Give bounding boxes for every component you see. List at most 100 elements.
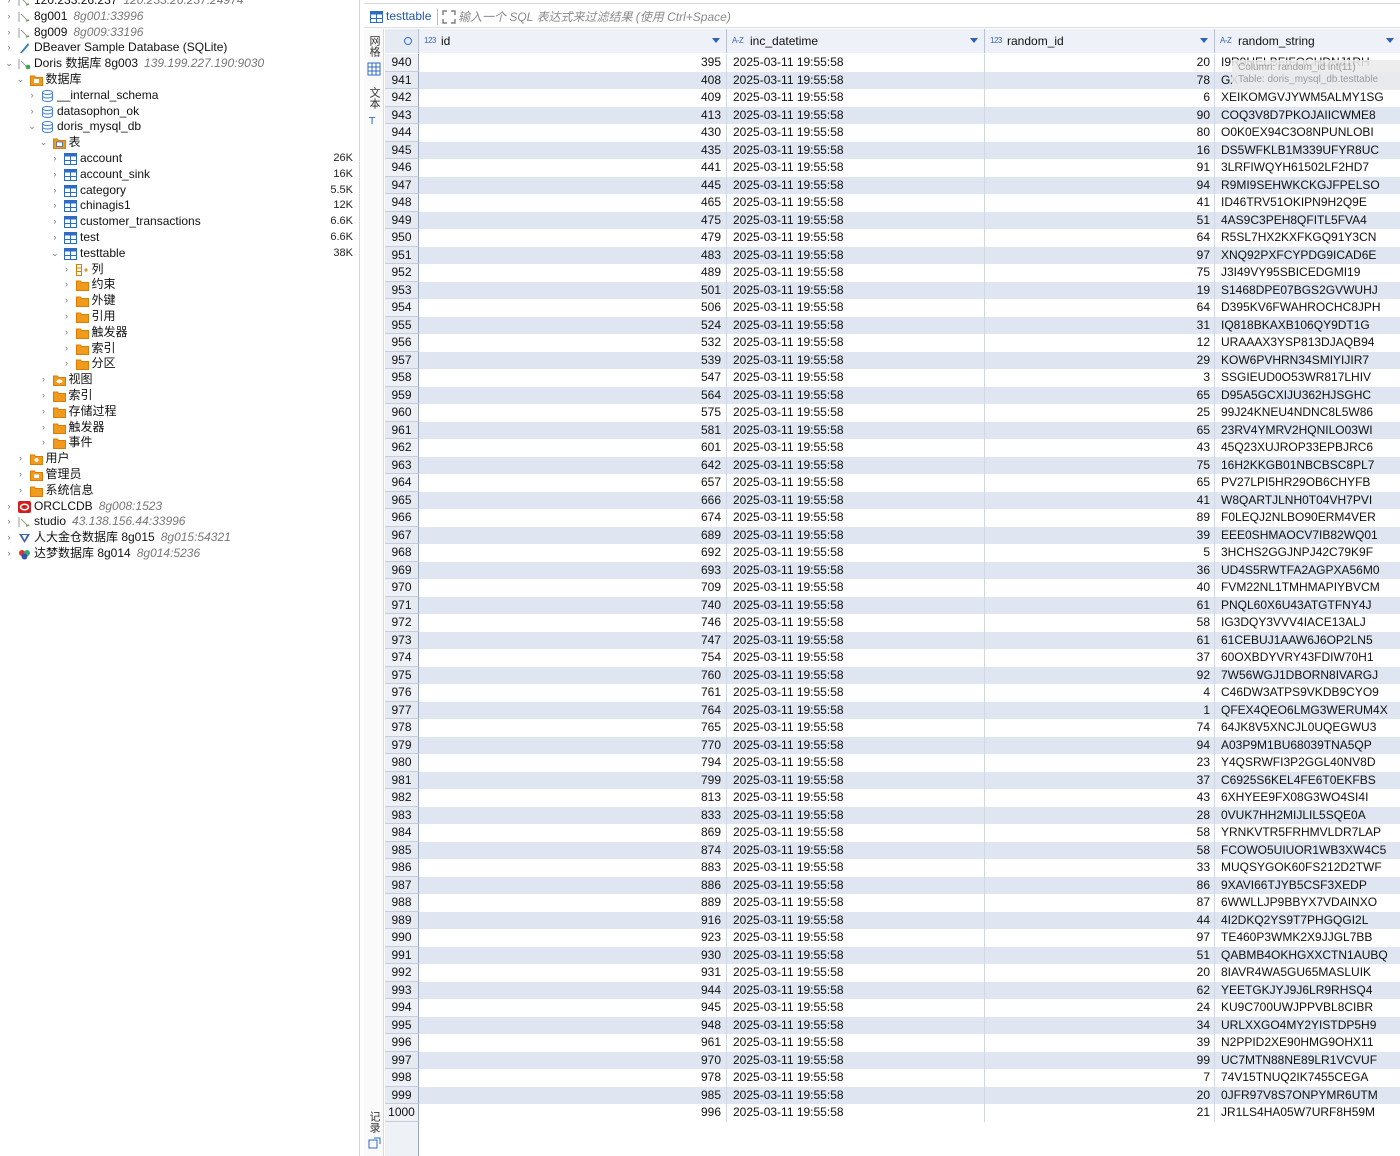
cell-random-id[interactable]: 16: [985, 141, 1215, 159]
cell-inc-datetime[interactable]: 2025-03-11 19:55:58: [727, 824, 985, 842]
cell-random-id[interactable]: 94: [985, 736, 1215, 754]
cell-random-string[interactable]: 9XAVI66TJYB5CSF3XEDP: [1215, 877, 1400, 895]
pin-icon[interactable]: [404, 37, 412, 45]
chevron-right-icon[interactable]: ›: [62, 262, 72, 278]
row-number[interactable]: 973: [385, 631, 419, 649]
cell-inc-datetime[interactable]: 2025-03-11 19:55:58: [727, 964, 985, 982]
cell-id[interactable]: 944: [419, 981, 727, 999]
cell-random-id[interactable]: 7: [985, 1069, 1215, 1087]
cell-random-id[interactable]: 94: [985, 176, 1215, 194]
cell-random-string[interactable]: 64JK8V5XNCJL0UQEGWU3: [1215, 719, 1400, 737]
cell-random-string[interactable]: MUQSYGOK60FS212D2TWF: [1215, 859, 1400, 877]
column-header-inc-datetime[interactable]: A-Z inc_datetime: [727, 29, 985, 53]
cell-random-id[interactable]: 65: [985, 386, 1215, 404]
column-header-id[interactable]: 123 id: [419, 29, 727, 53]
cell-inc-datetime[interactable]: 2025-03-11 19:55:58: [727, 946, 985, 964]
table-row[interactable]: 987 886 2025-03-11 19:55:58 86 9XAVI66TJYB5C…: [385, 876, 1400, 895]
table-row[interactable]: 966 674 2025-03-11 19:55:58 89 F0LEQJ2NLBO90…: [385, 509, 1400, 527]
tree-node[interactable]: › category 5.5K: [0, 183, 359, 199]
cell-inc-datetime[interactable]: 2025-03-11 19:55:58: [727, 264, 985, 282]
cell-inc-datetime[interactable]: 2025-03-11 19:55:58: [727, 334, 985, 352]
cell-random-id[interactable]: 97: [985, 929, 1215, 947]
row-number[interactable]: 969: [385, 561, 419, 579]
cell-id[interactable]: 889: [419, 894, 727, 912]
cell-random-id[interactable]: 36: [985, 561, 1215, 579]
cell-random-id[interactable]: 6: [985, 89, 1215, 107]
cell-random-id[interactable]: 20: [985, 964, 1215, 982]
cell-random-string[interactable]: 99J24KNEU4NDNC8L5W86: [1215, 404, 1400, 422]
tree-node[interactable]: › account 26K: [0, 151, 359, 167]
cell-inc-datetime[interactable]: 2025-03-11 19:55:58: [727, 176, 985, 194]
cell-random-string[interactable]: PNQL60X6U43ATGTFNY4J: [1215, 597, 1400, 615]
cell-random-id[interactable]: 3: [985, 369, 1215, 387]
cell-random-string[interactable]: COQ3V8D7PKOJAIICWME8: [1215, 107, 1400, 125]
cell-id[interactable]: 501: [419, 281, 727, 299]
cell-inc-datetime[interactable]: 2025-03-11 19:55:58: [727, 351, 985, 369]
cell-id[interactable]: 689: [419, 526, 727, 544]
cell-random-string[interactable]: 16H2KKGB01NBCBSC8PL7: [1215, 457, 1400, 475]
tree-node[interactable]: › account_sink 16K: [0, 167, 359, 183]
cell-random-string[interactable]: TE460P3WMK2X9JJGL7BB: [1215, 929, 1400, 947]
cell-random-string[interactable]: 74V15TNUQ2IK7455CEGA: [1215, 1069, 1400, 1087]
row-number[interactable]: 940: [385, 54, 419, 72]
table-row[interactable]: 964 657 2025-03-11 19:55:58 65 PV27LPI5HR29O…: [385, 474, 1400, 492]
cell-random-string[interactable]: 4I2DKQ2YS9T7PHGQGI2L: [1215, 912, 1400, 930]
cell-id[interactable]: 564: [419, 386, 727, 404]
cell-random-string[interactable]: URLXXGO4MY2YISTDP5H9: [1215, 1017, 1400, 1035]
cell-id[interactable]: 799: [419, 771, 727, 789]
cell-inc-datetime[interactable]: 2025-03-11 19:55:58: [727, 684, 985, 702]
tree-node[interactable]: ⌄ doris_mysql_db: [0, 119, 359, 135]
cell-inc-datetime[interactable]: 2025-03-11 19:55:58: [727, 544, 985, 562]
table-row[interactable]: 956 532 2025-03-11 19:55:58 12 URAAAX3YSP813…: [385, 334, 1400, 352]
row-number[interactable]: 945: [385, 141, 419, 159]
cell-inc-datetime[interactable]: 2025-03-11 19:55:58: [727, 404, 985, 422]
row-number[interactable]: 995: [385, 1016, 419, 1034]
tree-node[interactable]: › ORCLCDB 8g008:1523: [0, 499, 359, 515]
table-row[interactable]: 996 961 2025-03-11 19:55:58 39 N2PPID2XE90HM…: [385, 1034, 1400, 1052]
cell-random-id[interactable]: 43: [985, 439, 1215, 457]
table-row[interactable]: 974 754 2025-03-11 19:55:58 37 60OXBDYVRY43F…: [385, 649, 1400, 667]
chevron-right-icon[interactable]: ›: [39, 435, 49, 451]
cell-inc-datetime[interactable]: 2025-03-11 19:55:58: [727, 316, 985, 334]
cell-random-id[interactable]: 4: [985, 684, 1215, 702]
chevron-right-icon[interactable]: ›: [4, 9, 14, 25]
cell-random-string[interactable]: W8QARTJLNH0T04VH7PVI: [1215, 492, 1400, 510]
table-row[interactable]: 970 709 2025-03-11 19:55:58 40 FVM22NL1TMHMA…: [385, 579, 1400, 597]
row-number[interactable]: 977: [385, 701, 419, 719]
tree-node[interactable]: ⌄ Doris 数据库 8g003 139.199.227.190:9030: [0, 56, 359, 72]
cell-id[interactable]: 948: [419, 1016, 727, 1034]
cell-id[interactable]: 575: [419, 404, 727, 422]
row-number[interactable]: 959: [385, 386, 419, 404]
chevron-down-icon[interactable]: ⌄: [50, 246, 60, 262]
table-row[interactable]: 977 764 2025-03-11 19:55:58 1 QFEX4QEO6LMG3W…: [385, 701, 1400, 719]
cell-inc-datetime[interactable]: 2025-03-11 19:55:58: [727, 929, 985, 947]
cell-inc-datetime[interactable]: 2025-03-11 19:55:58: [727, 124, 985, 142]
chevron-down-icon[interactable]: ⌄: [16, 72, 26, 88]
cell-random-string[interactable]: URAAAX3YSP813DJAQB94: [1215, 334, 1400, 352]
cell-random-id[interactable]: 37: [985, 771, 1215, 789]
cell-inc-datetime[interactable]: 2025-03-11 19:55:58: [727, 1069, 985, 1087]
cell-random-string[interactable]: YRNKVTR5FRHMVLDR7LAP: [1215, 824, 1400, 842]
row-number[interactable]: 955: [385, 316, 419, 334]
chevron-down-icon[interactable]: ⌄: [27, 119, 37, 135]
row-number[interactable]: 951: [385, 246, 419, 264]
table-row[interactable]: 967 689 2025-03-11 19:55:58 39 EEE0SHMAOCV7I…: [385, 526, 1400, 544]
row-number[interactable]: 982: [385, 789, 419, 807]
table-row[interactable]: 992 931 2025-03-11 19:55:58 20 8IAVR4WA5GU65…: [385, 964, 1400, 982]
row-number[interactable]: 942: [385, 89, 419, 107]
sort-dropdown-icon[interactable]: [1200, 38, 1208, 43]
cell-id[interactable]: 435: [419, 141, 727, 159]
table-row[interactable]: 953 501 2025-03-11 19:55:58 19 S1468DPE07BGS…: [385, 281, 1400, 299]
cell-inc-datetime[interactable]: 2025-03-11 19:55:58: [727, 456, 985, 474]
cell-inc-datetime[interactable]: 2025-03-11 19:55:58: [727, 491, 985, 509]
tree-node[interactable]: › 视图: [0, 372, 359, 388]
tree-node[interactable]: › 8g009 8g009:33196: [0, 25, 359, 41]
cell-inc-datetime[interactable]: 2025-03-11 19:55:58: [727, 211, 985, 229]
row-number[interactable]: 958: [385, 369, 419, 387]
tree-node[interactable]: › __internal_schema: [0, 88, 359, 104]
cell-random-id[interactable]: 28: [985, 806, 1215, 824]
table-row[interactable]: 979 770 2025-03-11 19:55:58 94 A03P9M1BU6803…: [385, 736, 1400, 754]
cell-id[interactable]: 441: [419, 159, 727, 177]
cell-random-id[interactable]: 12: [985, 334, 1215, 352]
tree-node[interactable]: › 索引: [0, 388, 359, 404]
